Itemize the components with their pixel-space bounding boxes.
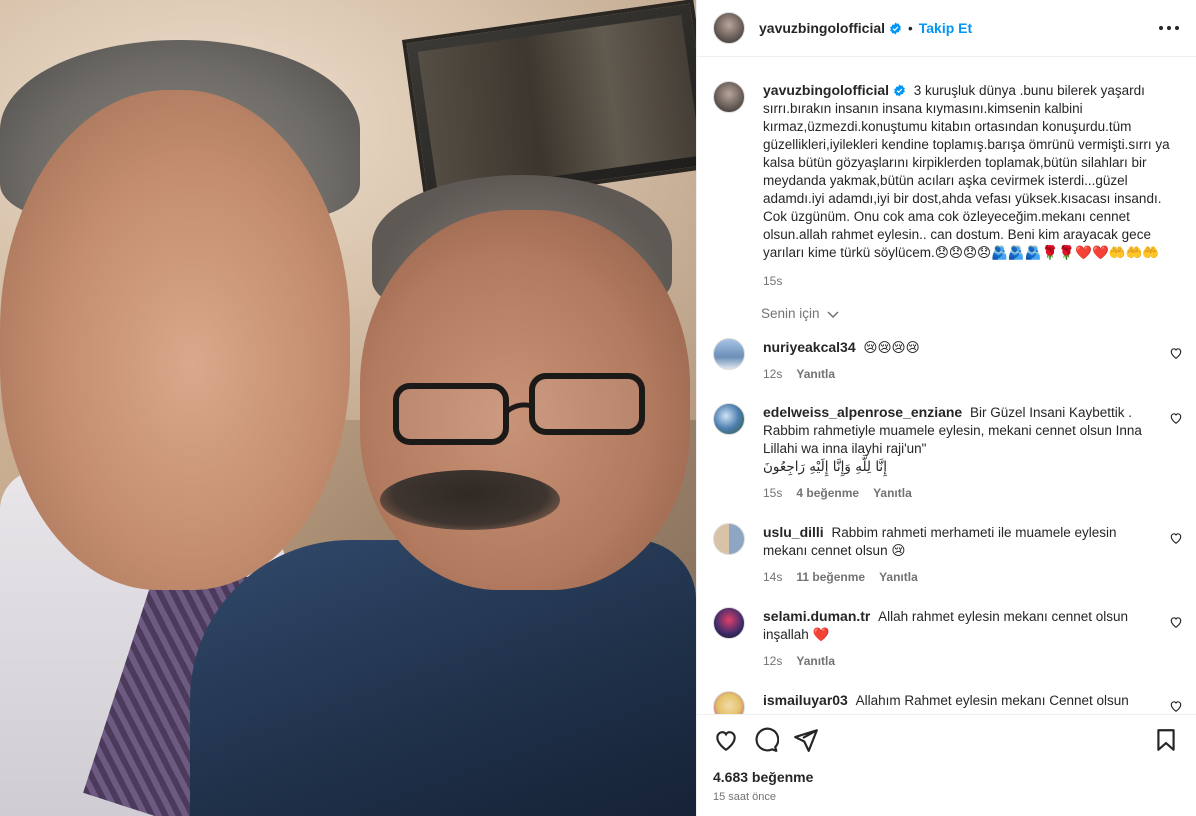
photo-person-right-glasses: [393, 373, 645, 445]
heart-icon[interactable]: [1169, 411, 1183, 425]
comment-item: uslu_dilli Rabbim rahmeti merhameti ile …: [713, 523, 1183, 586]
comment-avatar[interactable]: [713, 607, 745, 639]
instagram-post-modal: yavuzbingolofficial • Takip Et yavuzbing…: [0, 0, 1196, 816]
comment-item: selami.duman.tr Allah rahmet eylesin mek…: [713, 607, 1183, 670]
comment-username[interactable]: uslu_dilli: [763, 524, 824, 540]
sort-for-you-label: Senin için: [761, 306, 820, 321]
comment-avatar[interactable]: [713, 338, 745, 370]
post-caption: yavuzbingolofficial 3 kuruşluk dünya .bu…: [713, 81, 1183, 290]
comment-time: 12s: [763, 367, 783, 381]
caption-time: 15s: [763, 274, 783, 288]
comment-arabic-text: إِنَّا لِلَّهِ وَإِنَّا إِلَيْهِ رَاجِعُ…: [763, 459, 887, 475]
heart-icon[interactable]: [1169, 531, 1183, 545]
comment-likes[interactable]: 4 beğenme: [796, 484, 859, 502]
reply-button[interactable]: Yanıtla: [873, 484, 912, 502]
comment-username[interactable]: ismailuyar03: [763, 692, 848, 708]
reply-button[interactable]: Yanıtla: [879, 568, 918, 586]
comment-item: ismailuyar03 Allahım Rahmet eylesin meka…: [713, 691, 1183, 714]
comment-icon[interactable]: [753, 727, 779, 753]
chevron-down-icon: [827, 311, 839, 319]
author-username[interactable]: yavuzbingolofficial: [759, 20, 885, 36]
heart-icon[interactable]: [1169, 699, 1183, 713]
bookmark-icon[interactable]: [1153, 727, 1179, 753]
comment-avatar[interactable]: [713, 691, 745, 714]
comment-text: 😢😢😢😢: [863, 340, 920, 355]
comment-username[interactable]: nuriyeakcal34: [763, 339, 856, 355]
heart-icon[interactable]: [1169, 346, 1183, 360]
comment-username[interactable]: selami.duman.tr: [763, 608, 870, 624]
reply-button[interactable]: Yanıtla: [796, 652, 835, 670]
verified-badge-icon: [890, 22, 901, 34]
follow-button[interactable]: Takip Et: [919, 20, 972, 36]
reply-button[interactable]: Yanıtla: [796, 365, 835, 383]
share-icon[interactable]: [793, 727, 819, 753]
comment-avatar[interactable]: [713, 523, 745, 555]
photo-person-right-mustache: [380, 470, 560, 530]
comment-text: Allahım Rahmet eylesin mekanı Cennet ols…: [855, 693, 1129, 708]
heart-icon[interactable]: [713, 727, 739, 753]
comment-likes[interactable]: 11 beğenme: [796, 568, 865, 586]
header-separator: •: [908, 20, 913, 36]
comment-time: 15s: [763, 486, 783, 500]
comment-item: edelweiss_alpenrose_enziane Bir Güzel In…: [713, 403, 1183, 502]
caption-text: 3 kuruşluk dünya .bunu bilerek yaşardı s…: [763, 83, 1170, 260]
heart-icon[interactable]: [1169, 615, 1183, 629]
comment-time: 12s: [763, 654, 783, 668]
post-time-ago: 15 saat önce: [713, 791, 776, 803]
post-photo: [0, 0, 696, 816]
photo-person-left-face: [0, 90, 350, 590]
comment-time: 14s: [763, 570, 783, 584]
author-avatar[interactable]: [713, 12, 745, 44]
verified-badge-icon: [894, 84, 905, 97]
more-horizontal-icon[interactable]: [1157, 18, 1181, 38]
caption-avatar[interactable]: [713, 81, 745, 113]
post-header: yavuzbingolofficial • Takip Et: [697, 0, 1196, 57]
post-side-panel: yavuzbingolofficial • Takip Et yavuzbing…: [696, 0, 1196, 816]
photo-person-right-shirt: [190, 540, 696, 816]
sort-for-you-dropdown[interactable]: Senin için: [761, 306, 839, 321]
post-actions-bar: 4.683 beğenme 15 saat önce: [697, 714, 1196, 816]
comment-item: nuriyeakcal34 😢😢😢😢 12s Yanıtla: [713, 338, 1183, 383]
comments-list[interactable]: yavuzbingolofficial 3 kuruşluk dünya .bu…: [697, 57, 1196, 714]
caption-username[interactable]: yavuzbingolofficial: [763, 82, 889, 98]
comment-avatar[interactable]: [713, 403, 745, 435]
comment-username[interactable]: edelweiss_alpenrose_enziane: [763, 404, 962, 420]
likes-count[interactable]: 4.683 beğenme: [713, 769, 813, 785]
